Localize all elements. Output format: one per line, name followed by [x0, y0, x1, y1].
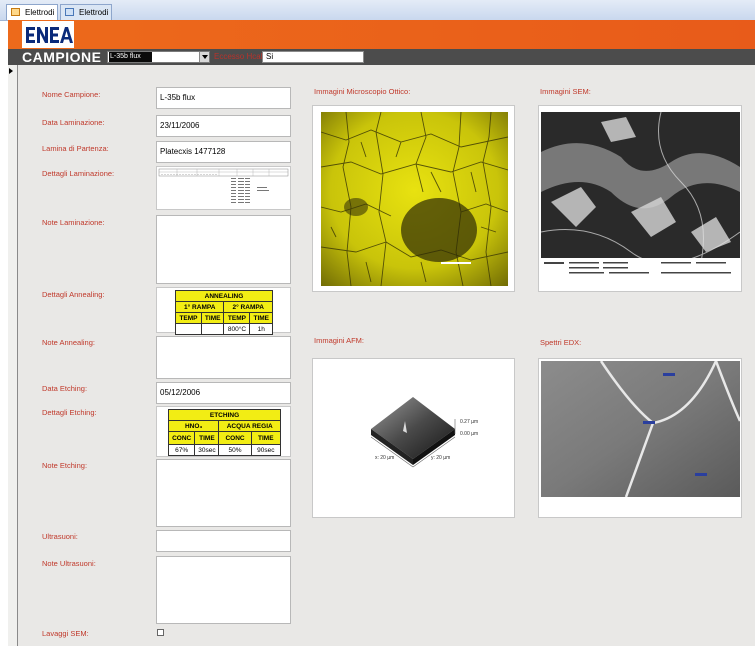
dettagli-annealing-label: Dettagli Annealing:: [42, 290, 105, 299]
table-cell: 50%: [218, 444, 252, 456]
chevron-down-icon: [202, 55, 208, 59]
afm-y-axis: y: 20 µm: [431, 455, 451, 461]
afm-z-max: 0.27 µm: [460, 419, 479, 425]
annealing-title: ANNEALING: [175, 290, 273, 302]
dettagli-etching-label: Dettagli Etching:: [42, 408, 97, 417]
note-annealing-field[interactable]: [156, 336, 291, 379]
sem-image: [541, 112, 740, 286]
etching-title: ETCHING: [168, 409, 281, 421]
ottico-label: Immagini Microscopio Ottico:: [314, 87, 411, 96]
rampa1-header: 1° RAMPA: [174, 301, 225, 313]
ultrasuoni-label: Ultrasuoni:: [42, 532, 78, 541]
table-cell: [175, 323, 202, 335]
afm-image-frame[interactable]: 0.27 µm 0.00 µm x: 20 µm y: 20 µm: [312, 358, 515, 518]
lamina-partenza-field[interactable]: Platecxis 1477128: [156, 141, 291, 163]
campione-combobox-value: L-35b flux: [109, 52, 152, 62]
table-cell: 800°C: [223, 323, 251, 335]
col-header: TIME: [250, 431, 282, 445]
table-cell: [200, 323, 225, 335]
annealing-table: ANNEALING 1° RAMPA 2° RAMPA TEMP TIME TE…: [174, 290, 273, 335]
header-banner: [8, 20, 755, 49]
current-record-arrow-icon: [9, 68, 13, 74]
col-header: TIME: [194, 431, 220, 445]
nome-campione-field[interactable]: L-35b flux: [156, 87, 291, 109]
tab-elettrodi-form[interactable]: Elettrodi: [6, 4, 58, 20]
ultrasuoni-field[interactable]: [156, 530, 291, 552]
afm-label: Immagini AFM:: [314, 336, 365, 345]
ottico-image-frame[interactable]: [312, 105, 515, 292]
lamina-partenza-label: Lamina di Partenza:: [42, 144, 109, 153]
dettagli-annealing-image[interactable]: ANNEALING 1° RAMPA 2° RAMPA TEMP TIME TE…: [156, 287, 291, 335]
form-icon: [11, 8, 20, 16]
tab-label: Elettrodi: [25, 8, 55, 17]
tab-elettrodi-table[interactable]: Elettrodi: [60, 4, 112, 20]
etching-table: ETCHING HNO₃ ACQUA REGIA CONC TIME CONC …: [167, 409, 282, 456]
col-header: TIME: [200, 312, 225, 324]
data-etching-field[interactable]: 05/12/2006: [156, 382, 291, 404]
col-header: CONC: [167, 431, 196, 445]
campione-dropdown-button[interactable]: [199, 52, 209, 62]
note-laminazione-label: Note Laminazione:: [42, 218, 105, 227]
sem-label: Immagini SEM:: [540, 87, 591, 96]
afm-x-axis: x: 20 µm: [375, 455, 395, 461]
eds-label: Spettri EDX:: [540, 338, 582, 347]
microscope-image: [321, 112, 508, 286]
table-cell: 67%: [167, 444, 196, 456]
col-header: TEMP: [175, 312, 202, 324]
note-etching-field[interactable]: [156, 459, 291, 527]
note-annealing-label: Note Annealing:: [42, 338, 95, 347]
lavaggi-sem-label: Lavaggi SEM:: [42, 629, 89, 638]
dettagli-laminazione-image[interactable]: [156, 166, 291, 210]
note-ultrasuoni-label: Note Ultrasuoni:: [42, 559, 96, 568]
table-cell: 1h: [249, 323, 273, 335]
col-header: TEMP: [223, 312, 251, 324]
spreadsheet-thumbnail: [158, 168, 289, 203]
eccesso-label: Eccesso Hcal:: [214, 52, 265, 61]
nome-campione-label: Nome Campione:: [42, 90, 101, 99]
lavaggi-sem-checkbox[interactable]: [157, 629, 164, 636]
afm-image: [370, 397, 456, 468]
afm-z-min: 0.00 µm: [460, 431, 479, 437]
rampa2-header: 2° RAMPA: [223, 301, 273, 313]
note-etching-label: Note Etching:: [42, 461, 88, 470]
eccesso-field[interactable]: Si: [262, 51, 364, 63]
acqua-regia-header: ACQUA REGIA: [218, 420, 281, 432]
eds-image: [541, 361, 740, 497]
table-icon: [65, 8, 74, 16]
record-selector[interactable]: [8, 65, 18, 646]
campione-label: CAMPIONE: [22, 49, 102, 65]
tab-label: Elettrodi: [79, 8, 109, 17]
note-ultrasuoni-field[interactable]: [156, 556, 291, 624]
data-laminazione-field[interactable]: 23/11/2006: [156, 115, 291, 137]
hno3-header: HNO₃: [167, 420, 220, 432]
data-laminazione-label: Data Laminazione:: [42, 118, 105, 127]
dettagli-etching-image[interactable]: ETCHING HNO₃ ACQUA REGIA CONC TIME CONC …: [156, 406, 291, 457]
eds-image-frame[interactable]: [538, 358, 742, 518]
eds-caption-strip: [541, 497, 740, 515]
enea-logo: [22, 21, 74, 48]
col-header: CONC: [218, 431, 252, 445]
data-etching-label: Data Etching:: [42, 384, 88, 393]
col-header: TIME: [249, 312, 273, 324]
table-cell: 90sec: [250, 444, 282, 456]
campione-bar: CAMPIONE L-35b flux Eccesso Hcal: Si: [8, 49, 755, 65]
sem-image-frame[interactable]: [538, 105, 742, 292]
note-laminazione-field[interactable]: [156, 215, 291, 284]
dettagli-laminazione-label: Dettagli Laminazione:: [42, 169, 115, 178]
document-tab-strip: Elettrodi Elettrodi: [0, 0, 755, 21]
table-cell: 30sec: [194, 444, 220, 456]
campione-combobox[interactable]: L-35b flux: [107, 51, 210, 63]
